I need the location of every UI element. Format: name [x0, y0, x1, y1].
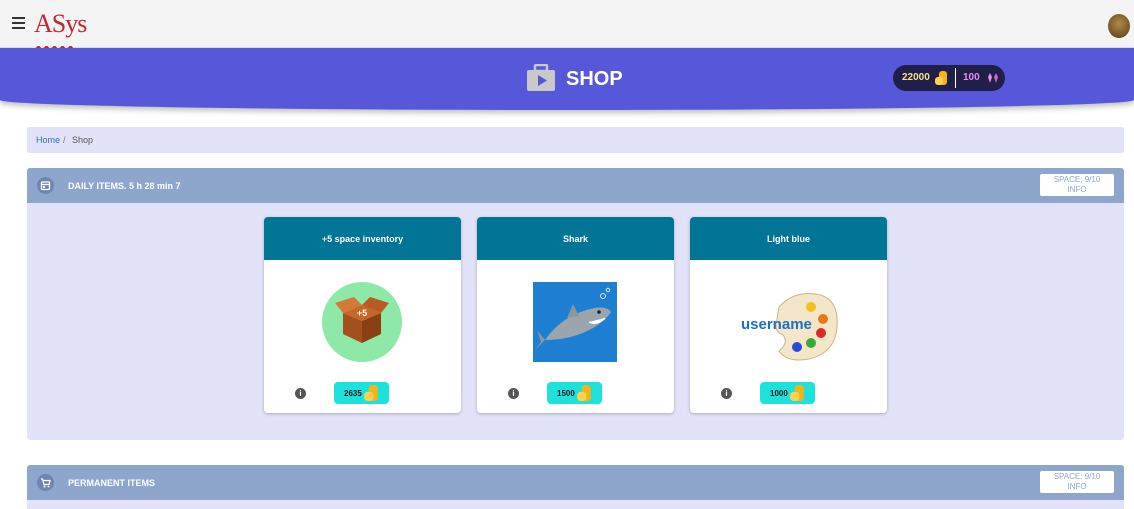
top-bar: ASys [0, 0, 1134, 51]
info-label: INFO [1067, 482, 1087, 491]
user-avatar-icon[interactable] [1108, 14, 1130, 38]
permanent-items-section: PERMANENT ITEMS SPACE: 9/10 INFO [27, 465, 1124, 509]
item-title: Light blue [767, 234, 810, 244]
gem-icon [988, 73, 998, 83]
page-title: SHOP [566, 68, 623, 90]
card-header: +5 space inventory [264, 217, 461, 260]
username-label: username [741, 316, 812, 333]
price-button[interactable]: 2635 [334, 382, 389, 404]
hamburger-menu-icon[interactable] [12, 17, 25, 29]
coin-stack-icon [790, 385, 804, 401]
box-badge-text: +5 [357, 308, 367, 318]
gem-balance: 100 [963, 72, 980, 83]
price-button[interactable]: 1000 [760, 382, 815, 404]
box-icon: +5 [322, 282, 402, 362]
wallet-badge: 22000 100 [893, 65, 1005, 91]
info-icon[interactable]: i [508, 388, 519, 399]
cart-icon [37, 474, 54, 491]
item-price: 1000 [770, 389, 788, 398]
shark-image [533, 282, 617, 362]
space-label: SPACE: 9/10 [1053, 175, 1101, 184]
breadcrumb-current: Shop [72, 135, 94, 145]
breadcrumb-home-link[interactable]: Home [36, 135, 60, 145]
coin-stack-icon [364, 385, 378, 401]
info-label: INFO [1067, 185, 1087, 194]
breadcrumb: Home / Shop [27, 127, 1124, 153]
space-label: SPACE: 9/10 [1053, 472, 1101, 481]
coin-stack-icon [577, 385, 591, 401]
logo-dots [36, 38, 86, 51]
wallet-divider [955, 68, 956, 88]
item-title: +5 space inventory [321, 234, 404, 244]
permanent-items-header: PERMANENT ITEMS SPACE: 9/10 INFO [27, 465, 1124, 500]
space-info-button[interactable]: SPACE: 9/10 INFO [1040, 174, 1114, 196]
daily-items-header: DAILY ITEMS. 5 h 28 min 7 SPACE: 9/10 IN… [27, 168, 1124, 203]
app-logo[interactable]: ASys [34, 9, 87, 39]
item-title: Shark [562, 234, 588, 244]
coin-balance: 22000 [902, 72, 930, 83]
breadcrumb-separator: / [63, 135, 66, 145]
calendar-icon [37, 177, 54, 194]
daily-items-section: DAILY ITEMS. 5 h 28 min 7 SPACE: 9/10 IN… [27, 168, 1124, 440]
space-info-button[interactable]: SPACE: 9/10 INFO [1040, 471, 1114, 493]
coin-stack-icon [935, 71, 947, 85]
price-button[interactable]: 1500 [547, 382, 602, 404]
info-icon[interactable]: i [295, 388, 306, 399]
shop-item-card[interactable]: Shark i 1500 [477, 217, 674, 413]
shop-header: SHOP 22000 100 [0, 48, 1134, 110]
shop-item-card[interactable]: +5 space inventory +5 i 2635 [264, 217, 461, 413]
daily-items-title: DAILY ITEMS. 5 h 28 min 7 [68, 181, 181, 191]
item-price: 1500 [557, 389, 575, 398]
card-header: Shark [477, 217, 674, 260]
item-price: 2635 [344, 389, 362, 398]
palette-image: username [741, 293, 838, 361]
info-icon[interactable]: i [721, 388, 732, 399]
card-header: Light blue [690, 217, 887, 260]
permanent-items-title: PERMANENT ITEMS [68, 478, 156, 488]
shop-item-card[interactable]: Light blue username i 1000 [690, 217, 887, 413]
shopping-bag-icon [527, 64, 555, 91]
